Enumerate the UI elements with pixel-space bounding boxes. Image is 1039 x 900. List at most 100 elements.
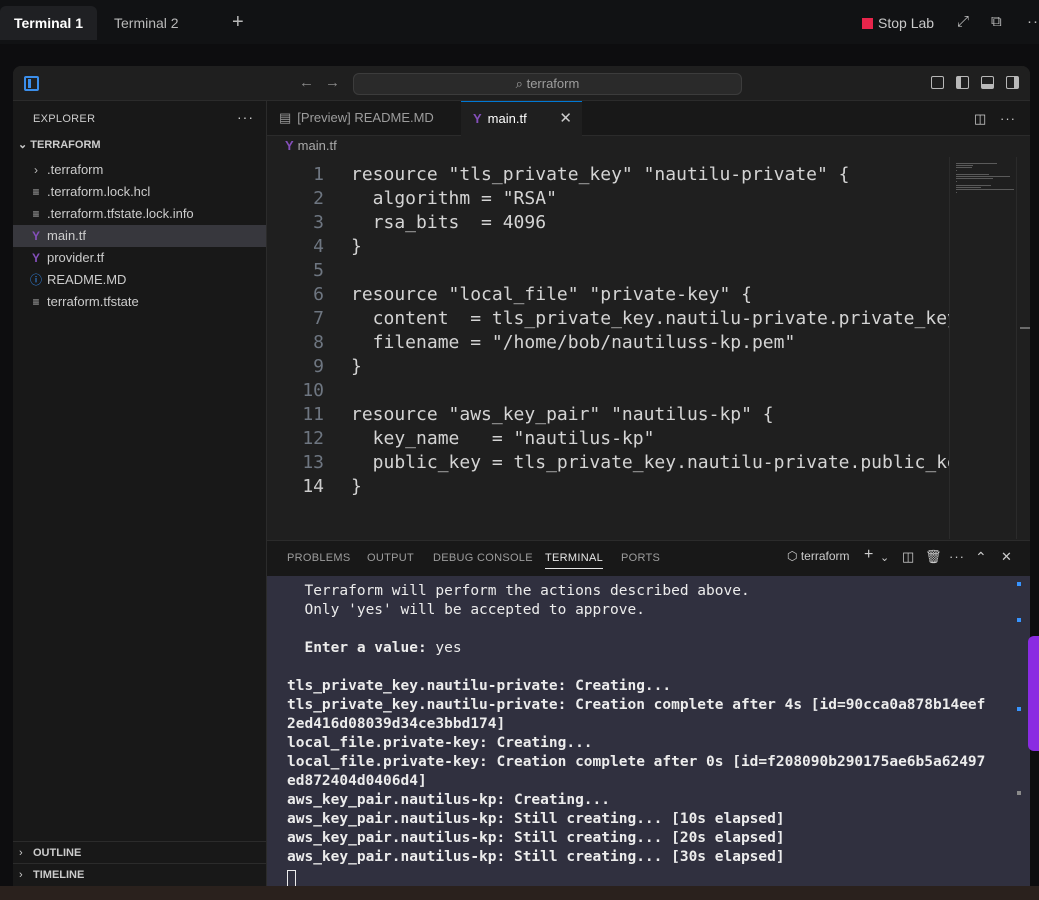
line-number: 6: [313, 284, 324, 305]
code-line: 10: [267, 379, 949, 403]
lab-tab-terminal-2[interactable]: Terminal 2: [100, 6, 193, 40]
scroll-marker: [1017, 791, 1021, 795]
breadcrumb[interactable]: Ymain.tf: [285, 136, 337, 156]
close-icon[interactable]: ✕: [559, 102, 572, 136]
code-line: 7 content = tls_private_key.nautilu-priv…: [267, 307, 949, 331]
stop-icon: [862, 18, 873, 29]
terminal-line: local_file.private-key: Creating...: [287, 735, 593, 751]
toggle-sidebar-icon[interactable]: [956, 76, 969, 89]
maximize-panel-icon[interactable]: ⌃: [975, 549, 987, 566]
minimap[interactable]: [949, 157, 1016, 539]
tab-readme-preview[interactable]: ▤ [Preview] README.MD: [267, 101, 461, 136]
explorer-more-icon[interactable]: ···: [237, 109, 254, 125]
code-line: 6 resource "local_file" "private-key" {: [267, 283, 949, 307]
tab-ports[interactable]: PORTS: [621, 552, 660, 564]
vscode-window: ← → ⌕ terraform EXPLORER ··· ⌄ TERRAFORM…: [13, 66, 1030, 886]
tab-output[interactable]: OUTPUT: [367, 552, 414, 564]
tree-item[interactable]: ≡ .terraform.tfstate.lock.info: [13, 203, 266, 225]
minimap-line: [956, 178, 993, 180]
tree-item[interactable]: ≡ .terraform.lock.hcl: [13, 181, 266, 203]
line-number: 8: [313, 332, 324, 353]
code-line: 5: [267, 259, 949, 283]
trash-icon[interactable]: 🗑: [925, 549, 942, 565]
terminal-line: tls_private_key.nautilu-private: Creatin…: [287, 678, 672, 694]
terminal-line: tls_private_key.nautilu-private: Creatio…: [287, 697, 986, 713]
line-number: 5: [313, 260, 324, 281]
bottom-panel: PROBLEMS OUTPUT DEBUG CONSOLE TERMINAL P…: [267, 540, 1030, 886]
tree-item-label: terraform.tfstate: [47, 294, 139, 309]
tree-item-label: .terraform: [47, 162, 104, 177]
customize-layout-icon[interactable]: [931, 76, 944, 89]
tree-item[interactable]: Ymain.tf: [13, 225, 266, 247]
tree-item-label: README.MD: [47, 272, 127, 287]
line-number: 7: [313, 308, 324, 329]
tab-problems[interactable]: PROBLEMS: [287, 552, 351, 564]
app-menu-icon[interactable]: [24, 76, 39, 91]
tab-label: [Preview] README.MD: [297, 110, 434, 125]
tab-terminal[interactable]: TERMINAL: [545, 552, 604, 569]
line-number: 11: [302, 404, 324, 425]
code-editor[interactable]: 1 resource "tls_private_key" "nautilu-pri…: [267, 157, 949, 539]
chevron-down-icon: ⌄: [18, 139, 31, 151]
panel-tab-bar: PROBLEMS OUTPUT DEBUG CONSOLE TERMINAL P…: [267, 541, 1030, 576]
code-line: 14}: [267, 475, 949, 499]
tab-label: main.tf: [487, 111, 527, 126]
split-editor-icon[interactable]: ◫: [974, 111, 986, 127]
add-tab-button[interactable]: +: [232, 11, 244, 34]
open-external-icon[interactable]: ⧉: [991, 13, 1002, 30]
terraform-icon: Y: [31, 229, 40, 243]
code-text: }: [351, 476, 362, 497]
code-text: filename = "/home/bob/nautiluss-kp.pem": [351, 332, 796, 353]
tree-item[interactable]: ⓘ README.MD: [13, 269, 266, 291]
terraform-icon: Y: [473, 111, 482, 126]
stop-lab-button[interactable]: Stop Lab: [862, 15, 934, 31]
tab-main-tf[interactable]: Ymain.tf ✕: [461, 101, 582, 136]
new-terminal-icon[interactable]: +: [864, 546, 873, 564]
code-text: }: [351, 356, 362, 377]
forward-arrow-icon[interactable]: →: [325, 74, 340, 91]
code-line: 4}: [267, 235, 949, 259]
line-number: 13: [302, 452, 324, 473]
editor-scrollbar[interactable]: [1016, 157, 1030, 539]
stop-lab-label: Stop Lab: [878, 15, 935, 31]
minimap-line: [956, 189, 1014, 191]
chevron-right-icon: ›: [34, 163, 38, 177]
line-number: 3: [313, 212, 324, 233]
fullscreen-icon[interactable]: ⤢: [957, 13, 969, 30]
close-panel-icon[interactable]: ✕: [1001, 549, 1012, 565]
search-text: terraform: [526, 76, 580, 91]
command-center-search[interactable]: ⌕ terraform: [353, 73, 742, 95]
tab-debug-console[interactable]: DEBUG CONSOLE: [433, 552, 533, 564]
back-arrow-icon[interactable]: ←: [299, 74, 314, 91]
folder-root-label: TERRAFORM: [30, 139, 101, 151]
preview-icon: ▤: [279, 110, 292, 125]
code-text: resource "aws_key_pair" "nautilus-kp" {: [351, 404, 774, 425]
toggle-panel-icon[interactable]: [981, 76, 994, 89]
tree-item[interactable]: › .terraform: [13, 159, 266, 181]
more-icon[interactable]: ···: [1027, 13, 1039, 30]
lab-tab-terminal-1[interactable]: Terminal 1: [0, 6, 97, 40]
code-line: 8 filename = "/home/bob/nautiluss-kp.pem…: [267, 331, 949, 355]
terminal-line: aws_key_pair.nautilus-kp: Still creating…: [287, 811, 785, 827]
scroll-marker: [1017, 582, 1021, 586]
tree-item[interactable]: Yprovider.tf: [13, 247, 266, 269]
chevron-down-icon[interactable]: ⌄: [880, 551, 889, 564]
terminal-line: ed872404d0406d4]: [287, 773, 427, 789]
minimap-line: [956, 176, 1010, 178]
tree-item[interactable]: ≡ terraform.tfstate: [13, 291, 266, 313]
folder-root[interactable]: ⌄ TERRAFORM: [18, 138, 101, 151]
timeline-section[interactable]: › TIMELINE: [13, 863, 266, 885]
panel-more-icon[interactable]: ···: [949, 549, 965, 564]
terminal-cursor: [287, 870, 296, 886]
scroll-marker: [1017, 707, 1021, 711]
editor-tab-bar: ▤ [Preview] README.MD Ymain.tf ✕ ◫ ···: [267, 101, 1030, 136]
terminal-selector[interactable]: ⬡ terraform: [787, 549, 850, 563]
editor-more-icon[interactable]: ···: [1000, 111, 1016, 126]
outline-section[interactable]: › OUTLINE: [13, 841, 266, 863]
split-terminal-icon[interactable]: ◫: [902, 549, 914, 565]
toggle-secondary-sidebar-icon[interactable]: [1006, 76, 1019, 89]
code-line: 9}: [267, 355, 949, 379]
terminal-name: terraform: [800, 549, 850, 563]
side-drawer-handle[interactable]: [1028, 636, 1039, 751]
terminal-output[interactable]: Terraform will perform the actions descr…: [267, 576, 1016, 886]
